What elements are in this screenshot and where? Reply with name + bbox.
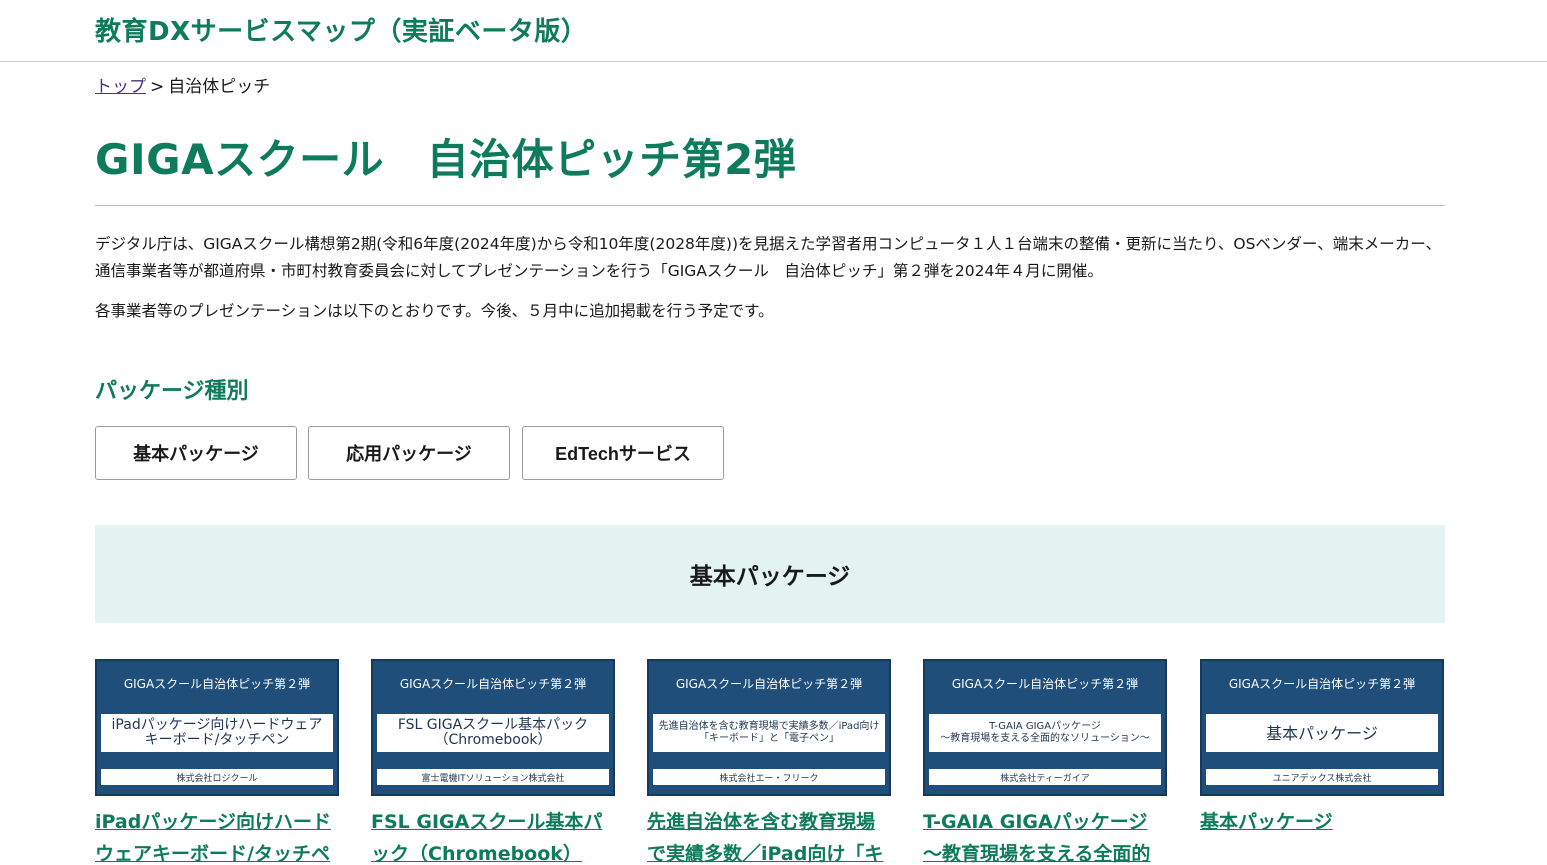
thumbnail-company: ユニアデックス株式会社 bbox=[1272, 773, 1372, 784]
applied-package-button[interactable]: 応用パッケージ bbox=[308, 426, 510, 480]
thumbnail-header: GIGAスクール自治体ピッチ第２弾 bbox=[675, 677, 863, 691]
thumbnail-company-box: 株式会社ティーガイア bbox=[929, 769, 1161, 785]
thumbnail-company-box: ユニアデックス株式会社 bbox=[1206, 769, 1438, 785]
basic-package-button[interactable]: 基本パッケージ bbox=[95, 426, 297, 480]
edtech-service-button[interactable]: EdTechサービス bbox=[522, 426, 724, 480]
thumbnail-company: 株式会社ティーガイア bbox=[1000, 773, 1090, 784]
thumbnail-title-box: 基本パッケージ bbox=[1206, 714, 1438, 752]
thumbnail-header: GIGAスクール自治体ピッチ第２弾 bbox=[1228, 677, 1416, 691]
category-banner: 基本パッケージ bbox=[95, 525, 1445, 623]
card-thumbnail[interactable]: GIGAスクール自治体ピッチ第２弾 先進自治体を含む教育現場で実績多数／iPad… bbox=[647, 659, 891, 796]
thumbnail-company-box: 株式会社ロジクール bbox=[101, 769, 333, 785]
thumbnail-header: GIGAスクール自治体ピッチ第２弾 bbox=[951, 677, 1139, 691]
package-card: GIGAスクール自治体ピッチ第２弾 FSL GIGAスクール基本パック （Chr… bbox=[371, 659, 616, 865]
thumbnail-title-box: T-GAIA GIGAパッケージ 〜教育現場を支える全面的なソリューション〜 bbox=[929, 714, 1161, 752]
package-card: GIGAスクール自治体ピッチ第２弾 先進自治体を含む教育現場で実績多数／iPad… bbox=[647, 659, 892, 865]
thumbnail-company-box: 株式会社エー・フリーク bbox=[653, 769, 885, 785]
thumbnail-title: T-GAIA GIGAパッケージ 〜教育現場を支える全面的なソリューション〜 bbox=[940, 721, 1150, 744]
thumbnail-header: GIGAスクール自治体ピッチ第２弾 bbox=[399, 677, 587, 691]
card-link[interactable]: 基本パッケージ bbox=[1200, 806, 1445, 838]
card-link[interactable]: FSL GIGAスクール基本パック（Chromebook） bbox=[371, 806, 616, 865]
intro-note: 各事業者等のプレゼンテーションは以下のとおりです。今後、５月中に追加掲載を行う予… bbox=[95, 302, 774, 320]
site-header: 教育DXサービスマップ（実証ベータ版） bbox=[0, 0, 1547, 62]
package-card: GIGAスクール自治体ピッチ第２弾 T-GAIA GIGAパッケージ 〜教育現場… bbox=[923, 659, 1168, 865]
thumbnail-title: 先進自治体を含む教育現場で実績多数／iPad向け 「キーボード」と「電子ペン」 bbox=[658, 721, 880, 744]
card-link[interactable]: iPadパッケージ向けハードウェアキーボード/タッチペン bbox=[95, 806, 340, 865]
package-card: GIGAスクール自治体ピッチ第２弾 iPadパッケージ向けハードウェア キーボー… bbox=[95, 659, 340, 865]
card-link[interactable]: T-GAIA GIGAパッケージ ～教育現場を支える全面的なソリ bbox=[923, 806, 1168, 865]
card-thumbnail[interactable]: GIGAスクール自治体ピッチ第２弾 FSL GIGAスクール基本パック （Chr… bbox=[371, 659, 615, 796]
thumbnail-header: GIGAスクール自治体ピッチ第２弾 bbox=[123, 677, 311, 691]
thumbnail-title: iPadパッケージ向けハードウェア キーボード/タッチペン bbox=[111, 717, 323, 748]
breadcrumb-current: 自治体ピッチ bbox=[168, 77, 271, 97]
thumbnail-company-box: 富士電機ITソリューション株式会社 bbox=[377, 769, 609, 785]
thumbnail-title: FSL GIGAスクール基本パック （Chromebook） bbox=[397, 717, 589, 748]
package-type-heading: パッケージ種別 bbox=[95, 379, 249, 404]
intro-paragraph: デジタル庁は、GIGAスクール構想第2期(令和6年度(2024年度)から令和10… bbox=[95, 235, 1442, 280]
site-title[interactable]: 教育DXサービスマップ（実証ベータ版） bbox=[95, 11, 587, 48]
card-thumbnail[interactable]: GIGAスクール自治体ピッチ第２弾 iPadパッケージ向けハードウェア キーボー… bbox=[95, 659, 339, 796]
thumbnail-title: 基本パッケージ bbox=[1266, 723, 1378, 743]
breadcrumb-separator: > bbox=[150, 77, 165, 97]
thumbnail-title-box: FSL GIGAスクール基本パック （Chromebook） bbox=[377, 714, 609, 752]
card-thumbnail[interactable]: GIGAスクール自治体ピッチ第２弾 T-GAIA GIGAパッケージ 〜教育現場… bbox=[923, 659, 1167, 796]
package-card: GIGAスクール自治体ピッチ第２弾 基本パッケージ ユニアデックス株式会社 基本… bbox=[1200, 659, 1445, 838]
category-title: 基本パッケージ bbox=[689, 564, 851, 590]
page-title: GIGAスクール 自治体ピッチ第2弾 bbox=[95, 135, 797, 184]
thumbnail-company: 株式会社エー・フリーク bbox=[719, 773, 819, 784]
thumbnail-title-box: 先進自治体を含む教育現場で実績多数／iPad向け 「キーボード」と「電子ペン」 bbox=[653, 714, 885, 752]
breadcrumb: トップ > 自治体ピッチ bbox=[95, 72, 270, 97]
title-divider bbox=[95, 205, 1445, 206]
breadcrumb-home-link[interactable]: トップ bbox=[95, 77, 146, 97]
card-link[interactable]: 先進自治体を含む教育現場で実績多数／iPad向け「キーボ bbox=[647, 806, 892, 865]
thumbnail-title-box: iPadパッケージ向けハードウェア キーボード/タッチペン bbox=[101, 714, 333, 752]
thumbnail-company: 富士電機ITソリューション株式会社 bbox=[421, 773, 565, 784]
card-thumbnail[interactable]: GIGAスクール自治体ピッチ第２弾 基本パッケージ ユニアデックス株式会社 bbox=[1200, 659, 1444, 796]
thumbnail-company: 株式会社ロジクール bbox=[176, 773, 258, 784]
